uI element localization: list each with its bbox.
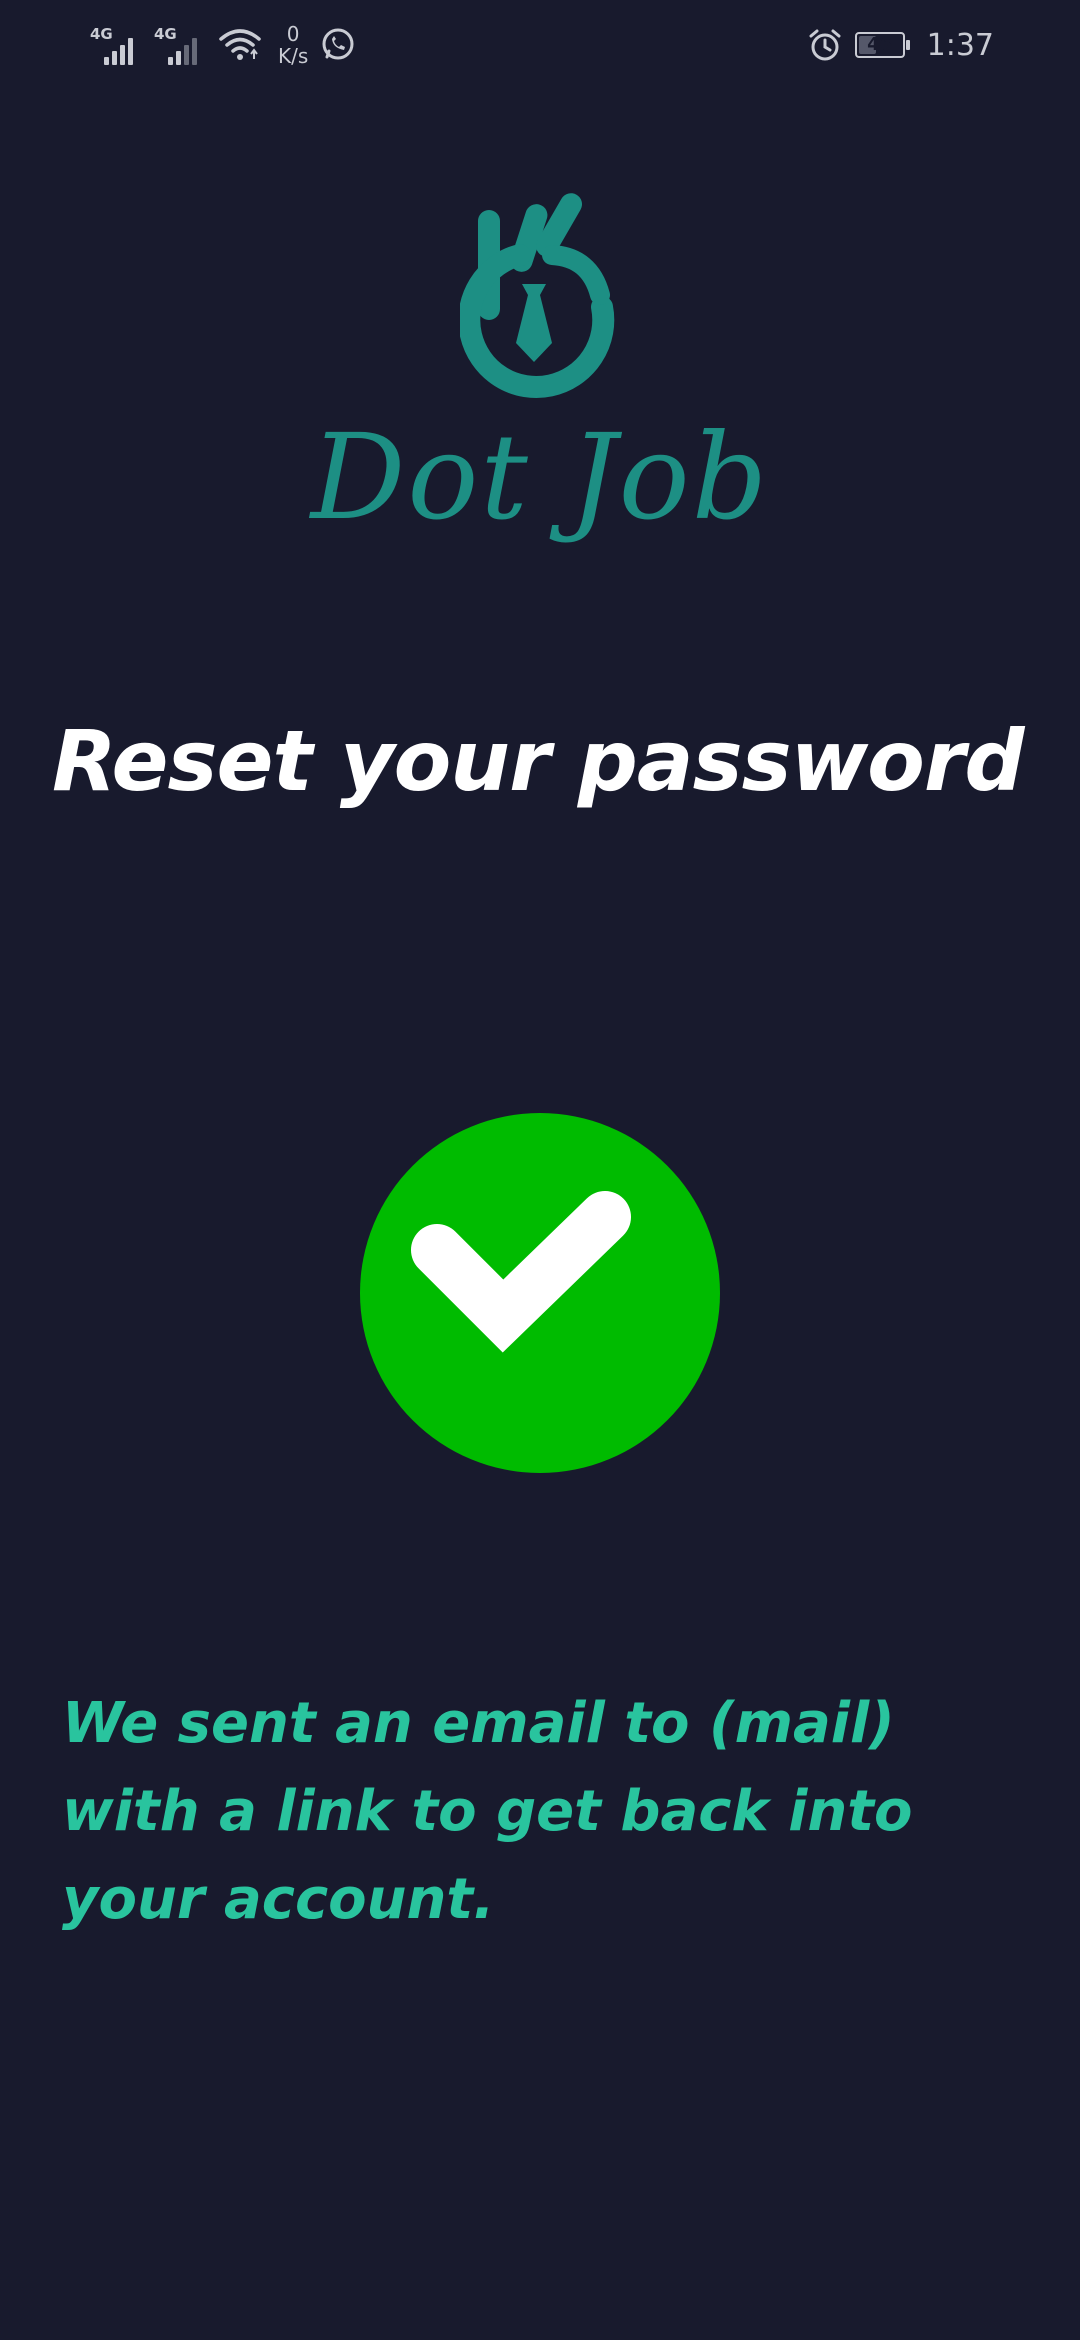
confirmation-message: We sent an email to (mail) with a link t… <box>62 1691 913 1932</box>
status-bar: 4G 4G 0 K/s 46 1:37 <box>0 0 1080 90</box>
network-speed-unit: K/s <box>278 44 309 68</box>
network-speed-value: 0 <box>286 22 300 46</box>
alarm-icon <box>809 29 841 61</box>
battery-icon: 46 <box>854 32 910 58</box>
signal-icon: 4G <box>90 23 142 67</box>
status-bar-left: 4G 4G 0 K/s <box>90 18 356 72</box>
check-circle-icon <box>360 1113 720 1473</box>
signal-icon: 4G <box>154 23 206 67</box>
battery-level: 46 <box>867 34 893 55</box>
wifi-icon <box>219 29 261 60</box>
dot-job-logo-icon <box>460 193 615 398</box>
logo-wordmark: Dot Job <box>310 408 770 546</box>
clock: 1:37 <box>926 27 994 63</box>
status-bar-right: 46 1:37 <box>807 22 994 68</box>
whatsapp-icon <box>322 28 354 60</box>
reset-password-confirmation-screen: 4G 4G 0 K/s 46 1:37 Dot Job Reset your p… <box>0 0 1080 2340</box>
network-speed: 0 K/s <box>278 23 308 67</box>
page-title: Reset your password <box>52 712 1024 810</box>
